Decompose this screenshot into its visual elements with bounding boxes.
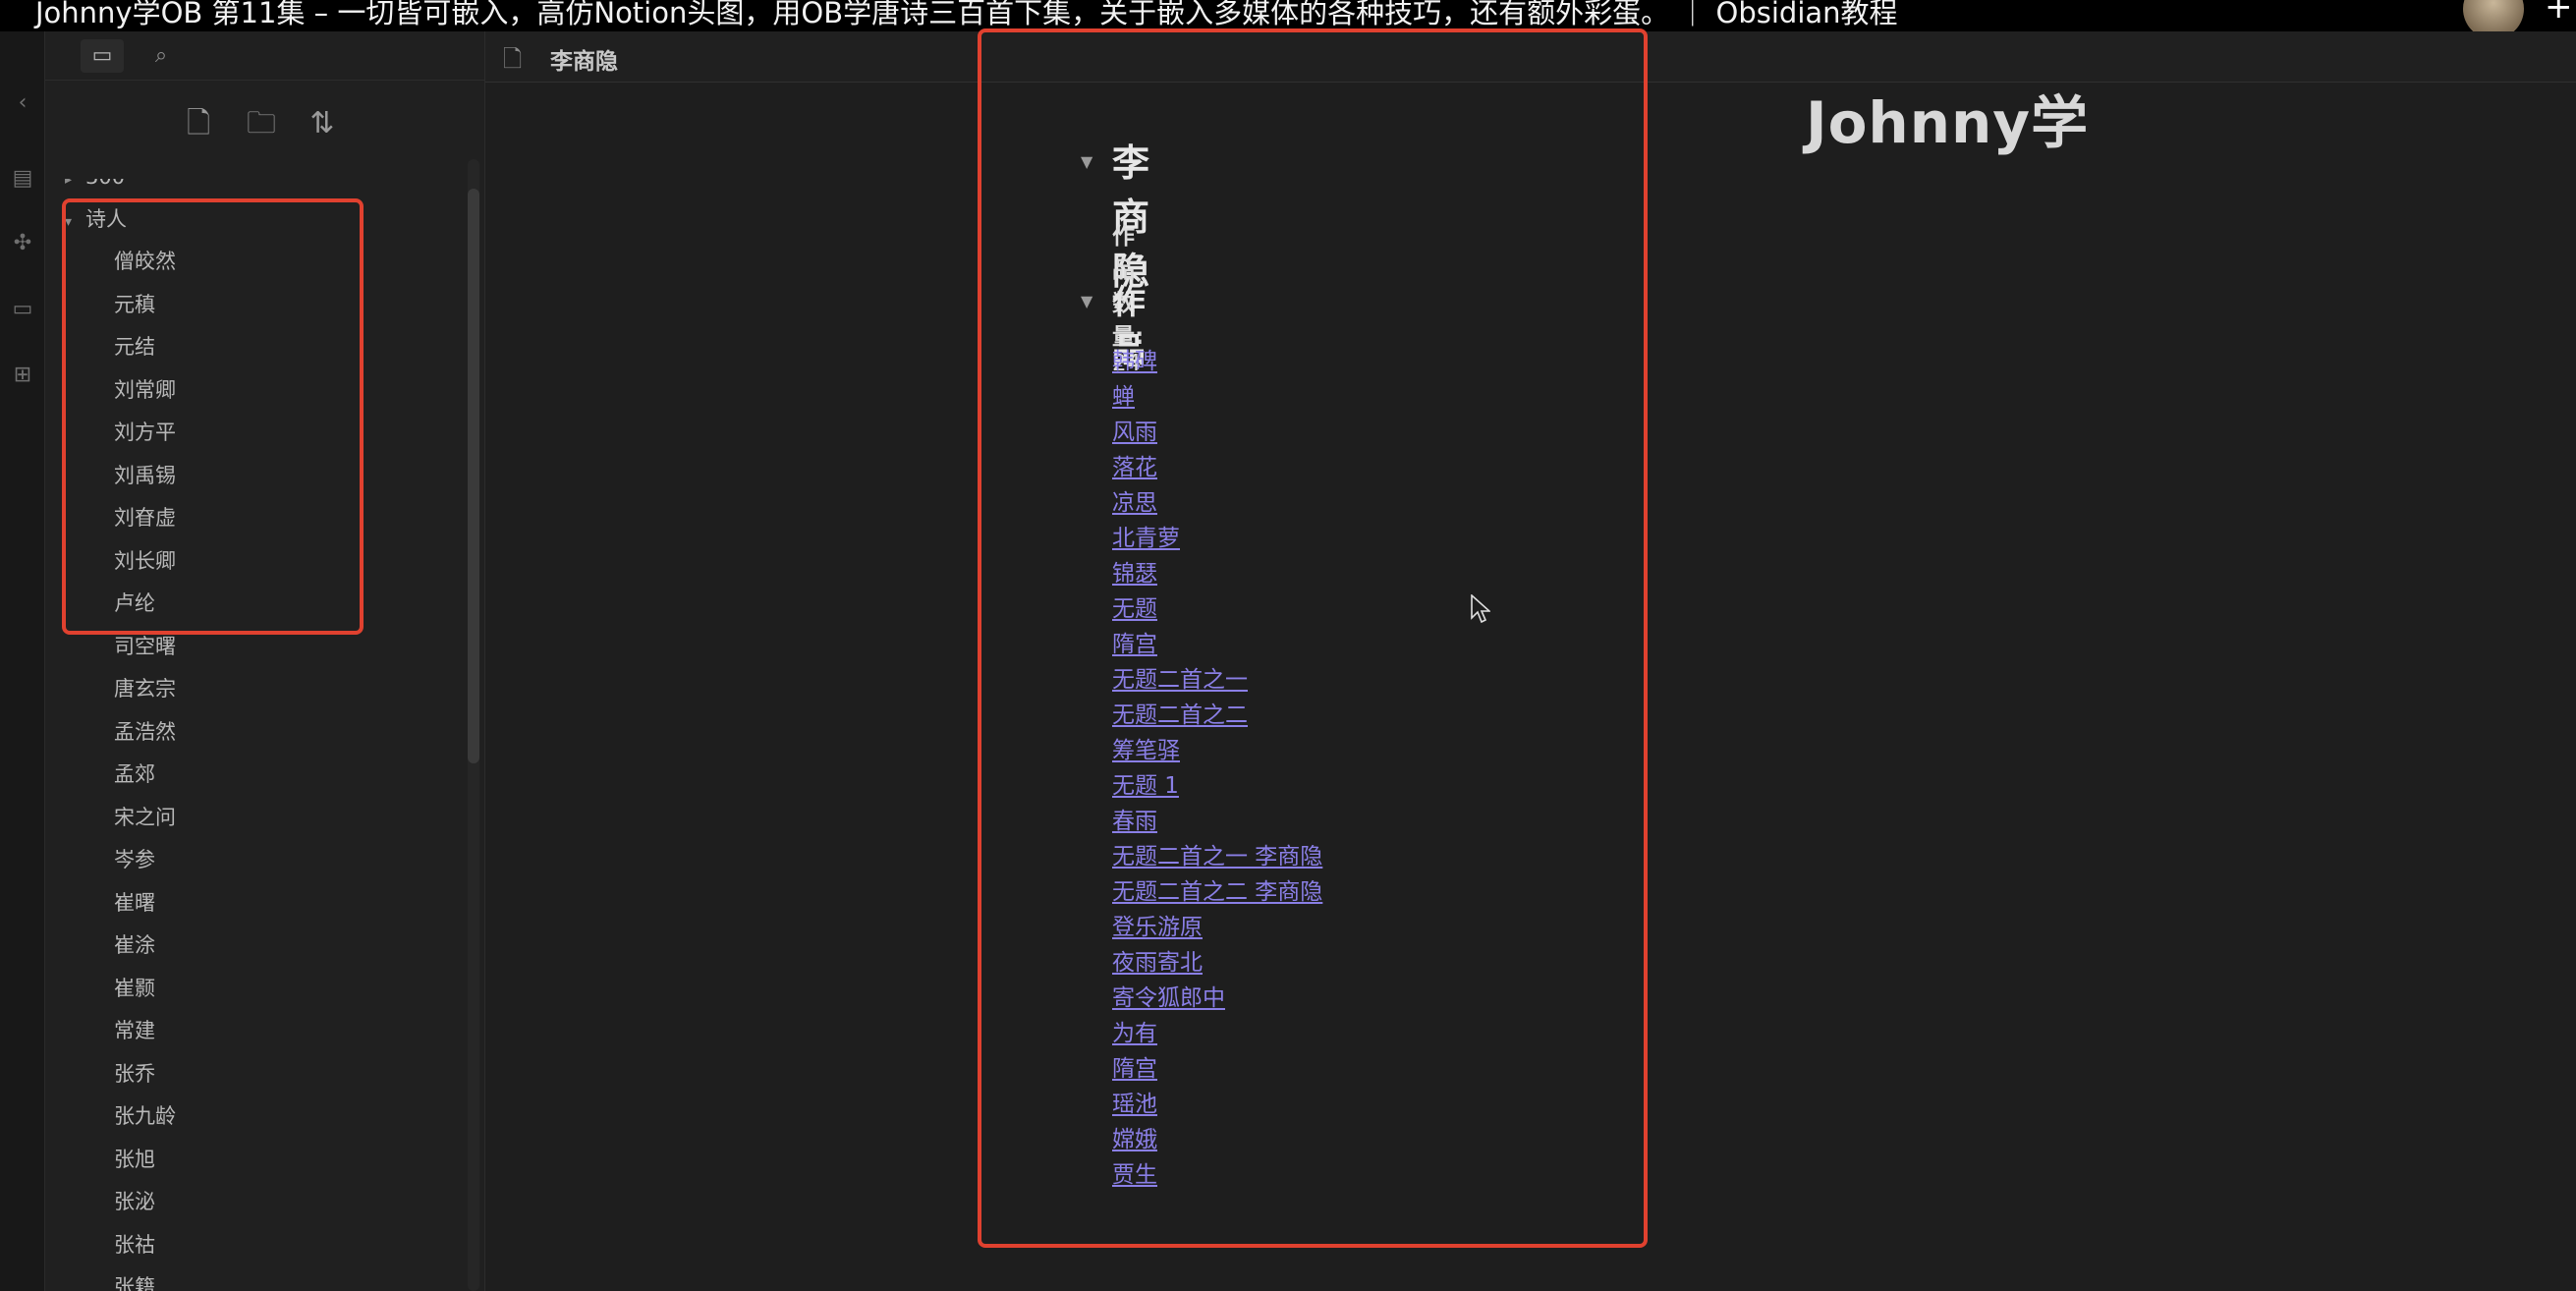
tree-item[interactable]: 宋之问	[114, 798, 176, 837]
graph-view-icon[interactable]: ✣	[10, 231, 35, 256]
tree-item[interactable]: 常建	[114, 1011, 155, 1050]
folder-300[interactable]: ▸300	[65, 179, 125, 196]
file-icon: 🗋	[503, 45, 523, 73]
tree-item[interactable]: 孟郊	[114, 755, 155, 794]
plus-icon[interactable]: +	[2545, 0, 2573, 24]
tree-item[interactable]: 张籍	[114, 1267, 155, 1291]
left-ribbon: ‹ ▤ ✣ ▭ ⊞	[0, 31, 45, 1291]
tree-item[interactable]: 唐玄宗	[114, 669, 176, 708]
chevron-right-icon: ▸	[65, 179, 73, 188]
folder-tab-icon[interactable]: ▭	[81, 39, 124, 73]
sidebar-tabs: ▭ ⌕	[45, 31, 485, 81]
sidebar-scrollbar[interactable]	[468, 159, 479, 1291]
highlight-box-note	[978, 28, 1648, 1248]
quick-switcher-icon[interactable]: ▤	[10, 166, 35, 192]
collapse-chevron-icon[interactable]: ‹	[10, 90, 35, 116]
tree-item[interactable]: 张旭	[114, 1140, 155, 1179]
brand-watermark: Johnny学	[1806, 89, 2090, 156]
tree-item[interactable]: 张九龄	[114, 1096, 176, 1136]
search-tab-icon[interactable]: ⌕	[140, 39, 183, 73]
tree-item[interactable]: 岑参	[114, 840, 155, 879]
explorer-actions: 🗋 🗀 ⇅	[45, 106, 485, 179]
tree-item[interactable]: 张乔	[114, 1054, 155, 1094]
tree-item[interactable]: 崔涂	[114, 926, 155, 965]
tree-item[interactable]: 孟浩然	[114, 712, 176, 752]
tree-item[interactable]: 崔曙	[114, 883, 155, 923]
sort-icon[interactable]: ⇅	[301, 102, 344, 145]
plugins-icon[interactable]: ⊞	[10, 363, 35, 388]
tree-item[interactable]: 张祜	[114, 1225, 155, 1264]
tree-item[interactable]: 张泌	[114, 1182, 155, 1221]
note-tab-title[interactable]: 李商隐	[550, 42, 618, 76]
video-title-bar: Johnny学OB 第11集 – 一切皆可嵌入，高仿Notion头图，用OB学唐…	[0, 0, 2576, 31]
avatar[interactable]	[2463, 0, 2524, 31]
new-note-icon[interactable]: 🗋	[177, 102, 220, 145]
new-folder-icon[interactable]: 🗀	[240, 102, 283, 145]
tree-item[interactable]: 崔颢	[114, 969, 155, 1008]
slides-icon[interactable]: ▭	[10, 297, 35, 322]
sidebar-scrollbar-thumb[interactable]	[468, 189, 479, 763]
video-title: Johnny学OB 第11集 – 一切皆可嵌入，高仿Notion头图，用OB学唐…	[35, 0, 1898, 29]
highlight-box-sidebar	[62, 198, 364, 635]
